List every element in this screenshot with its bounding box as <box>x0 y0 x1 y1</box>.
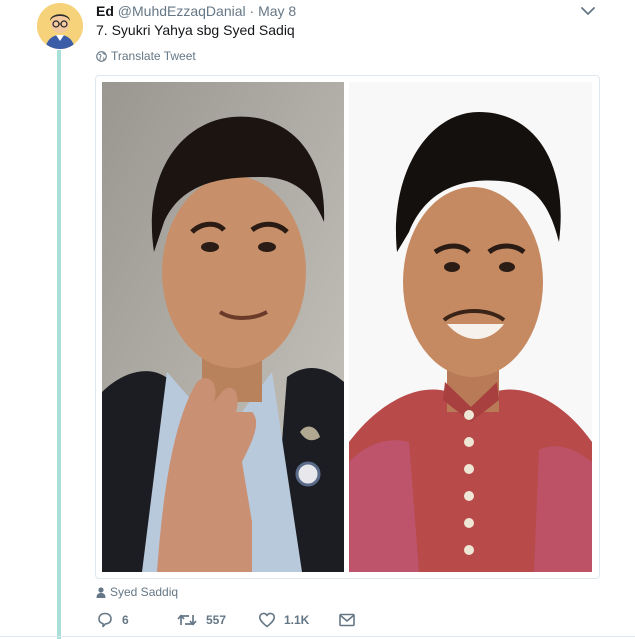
globe-icon <box>96 50 107 62</box>
reply-icon <box>98 612 112 628</box>
retweet-icon <box>177 614 197 626</box>
direct-message-button[interactable] <box>338 611 356 629</box>
author-name[interactable]: Ed <box>96 3 114 19</box>
tweet-date[interactable]: May 8 <box>258 3 296 19</box>
translate-label: Translate Tweet <box>111 49 196 63</box>
portrait-photo-right <box>349 82 592 572</box>
tagged-user-name: Syed Saddiq <box>110 585 179 599</box>
tweet-text: 7. Syukri Yahya sbg Syed Sadiq <box>96 22 295 38</box>
divider <box>0 636 635 637</box>
tweet-media[interactable] <box>95 75 600 579</box>
reply-button[interactable]: 6 <box>96 611 129 629</box>
person-icon <box>96 586 106 598</box>
translate-tweet-link[interactable]: Translate Tweet <box>96 48 196 64</box>
reply-count: 6 <box>122 613 129 627</box>
avatar[interactable] <box>37 3 83 49</box>
tagged-user[interactable]: Syed Saddiq <box>96 584 178 600</box>
media-photo-right[interactable] <box>349 82 592 572</box>
chevron-down-icon[interactable] <box>580 4 596 16</box>
heart-icon <box>259 612 275 628</box>
envelope-icon <box>339 613 355 627</box>
retweet-count: 557 <box>206 613 227 627</box>
retweet-button[interactable]: 557 <box>176 611 226 629</box>
thread-line <box>57 50 61 639</box>
tweet-header: Ed @MuhdEzzaqDanial · May 8 <box>96 2 296 20</box>
header-separator: · <box>249 3 255 19</box>
author-handle[interactable]: @MuhdEzzaqDanial <box>118 3 246 19</box>
avatar-illustration <box>37 3 83 49</box>
media-photo-left[interactable] <box>102 82 344 572</box>
portrait-photo-left <box>102 82 344 572</box>
like-count: 1.1K <box>284 613 310 627</box>
like-button[interactable]: 1.1K <box>258 611 309 629</box>
